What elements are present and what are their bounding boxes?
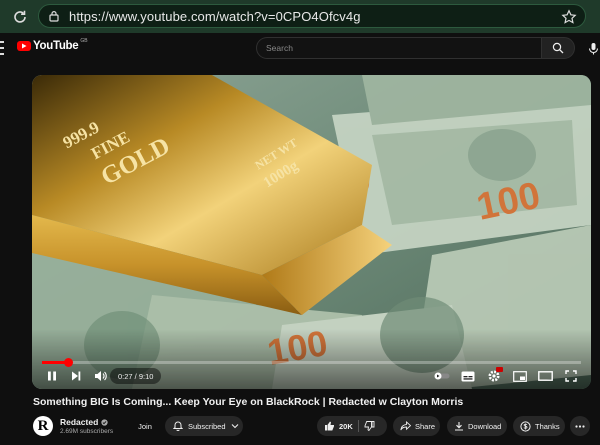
hd-badge	[496, 367, 503, 372]
address-bar[interactable]: https://www.youtube.com/watch?v=0CPO4Ofc…	[38, 4, 586, 28]
search-box	[256, 37, 576, 59]
volume-button[interactable]	[92, 368, 108, 384]
volume-icon	[94, 371, 107, 381]
bookmark-star-icon[interactable]	[561, 9, 577, 25]
miniplayer-button[interactable]	[512, 368, 528, 384]
theater-mode-button[interactable]	[537, 368, 553, 384]
youtube-play-icon	[17, 41, 31, 51]
thanks-label: Thanks	[535, 421, 560, 431]
logo-region-code: GB	[80, 38, 88, 44]
channel-name-text[interactable]: Redacted	[60, 417, 98, 427]
share-label: Share	[415, 421, 436, 431]
download-icon	[455, 422, 463, 431]
subtitles-icon	[461, 371, 475, 381]
join-label: Join	[138, 421, 152, 431]
like-count: 20K	[339, 421, 353, 431]
thumbs-down-icon	[364, 421, 375, 431]
more-actions-button[interactable]	[570, 416, 590, 436]
channel-avatar[interactable]: R	[33, 416, 53, 436]
search-icon	[552, 42, 564, 54]
browser-toolbar: https://www.youtube.com/watch?v=0CPO4Ofc…	[0, 0, 600, 33]
share-button[interactable]: Share	[393, 416, 440, 436]
subscriber-count: 2.69M subscribers	[60, 428, 114, 435]
captions-button[interactable]	[460, 368, 476, 384]
autoplay-toggle-icon	[434, 372, 450, 380]
time-display: 0:27 / 9:10	[110, 368, 162, 384]
subscribed-button[interactable]: Subscribed	[165, 416, 243, 436]
chevron-down-icon	[231, 424, 238, 429]
progress-bar[interactable]	[42, 358, 581, 367]
subscribed-label: Subscribed	[188, 421, 226, 431]
site-info-icon[interactable]	[47, 9, 61, 23]
verified-check-icon	[101, 418, 108, 426]
fullscreen-icon	[565, 370, 577, 382]
like-divider	[357, 420, 359, 432]
channel-name[interactable]: Redacted	[60, 417, 108, 427]
autoplay-toggle[interactable]	[434, 368, 450, 384]
settings-button[interactable]	[486, 367, 503, 384]
guide-menu-icon[interactable]	[0, 41, 4, 55]
search-button[interactable]	[541, 37, 575, 59]
thumbs-up-icon	[325, 421, 334, 431]
voice-search-icon[interactable]	[587, 42, 600, 55]
miniplayer-icon	[513, 370, 527, 382]
fullscreen-button[interactable]	[563, 368, 579, 384]
youtube-masthead: YouTube GB	[0, 33, 600, 63]
dislike-button[interactable]	[364, 421, 375, 431]
url-text[interactable]: https://www.youtube.com/watch?v=0CPO4Ofc…	[69, 9, 361, 24]
thanks-button[interactable]: Thanks	[513, 416, 565, 436]
pause-button[interactable]	[44, 368, 60, 384]
reload-icon[interactable]	[10, 7, 30, 27]
theater-mode-icon	[537, 371, 553, 381]
like-dislike-group: 20K	[317, 416, 387, 436]
logo-wordmark: YouTube	[33, 40, 79, 52]
share-icon	[400, 421, 411, 431]
next-icon	[72, 371, 81, 381]
video-player[interactable]: 100 100 100 100 999.9 FINE GOLD NET WT 1…	[32, 75, 591, 389]
download-label: Download	[468, 421, 502, 431]
next-button[interactable]	[68, 368, 84, 384]
join-button[interactable]: Join	[126, 416, 164, 436]
video-title: Something BIG Is Coming... Keep Your Eye…	[33, 396, 464, 408]
more-horizontal-icon	[575, 424, 585, 428]
search-input[interactable]	[256, 37, 541, 59]
bell-icon	[173, 421, 183, 431]
super-thanks-icon	[520, 420, 531, 432]
download-button[interactable]: Download	[447, 416, 507, 436]
like-button[interactable]: 20K	[317, 421, 353, 431]
pause-icon	[48, 371, 56, 381]
youtube-logo[interactable]: YouTube GB	[17, 38, 88, 52]
